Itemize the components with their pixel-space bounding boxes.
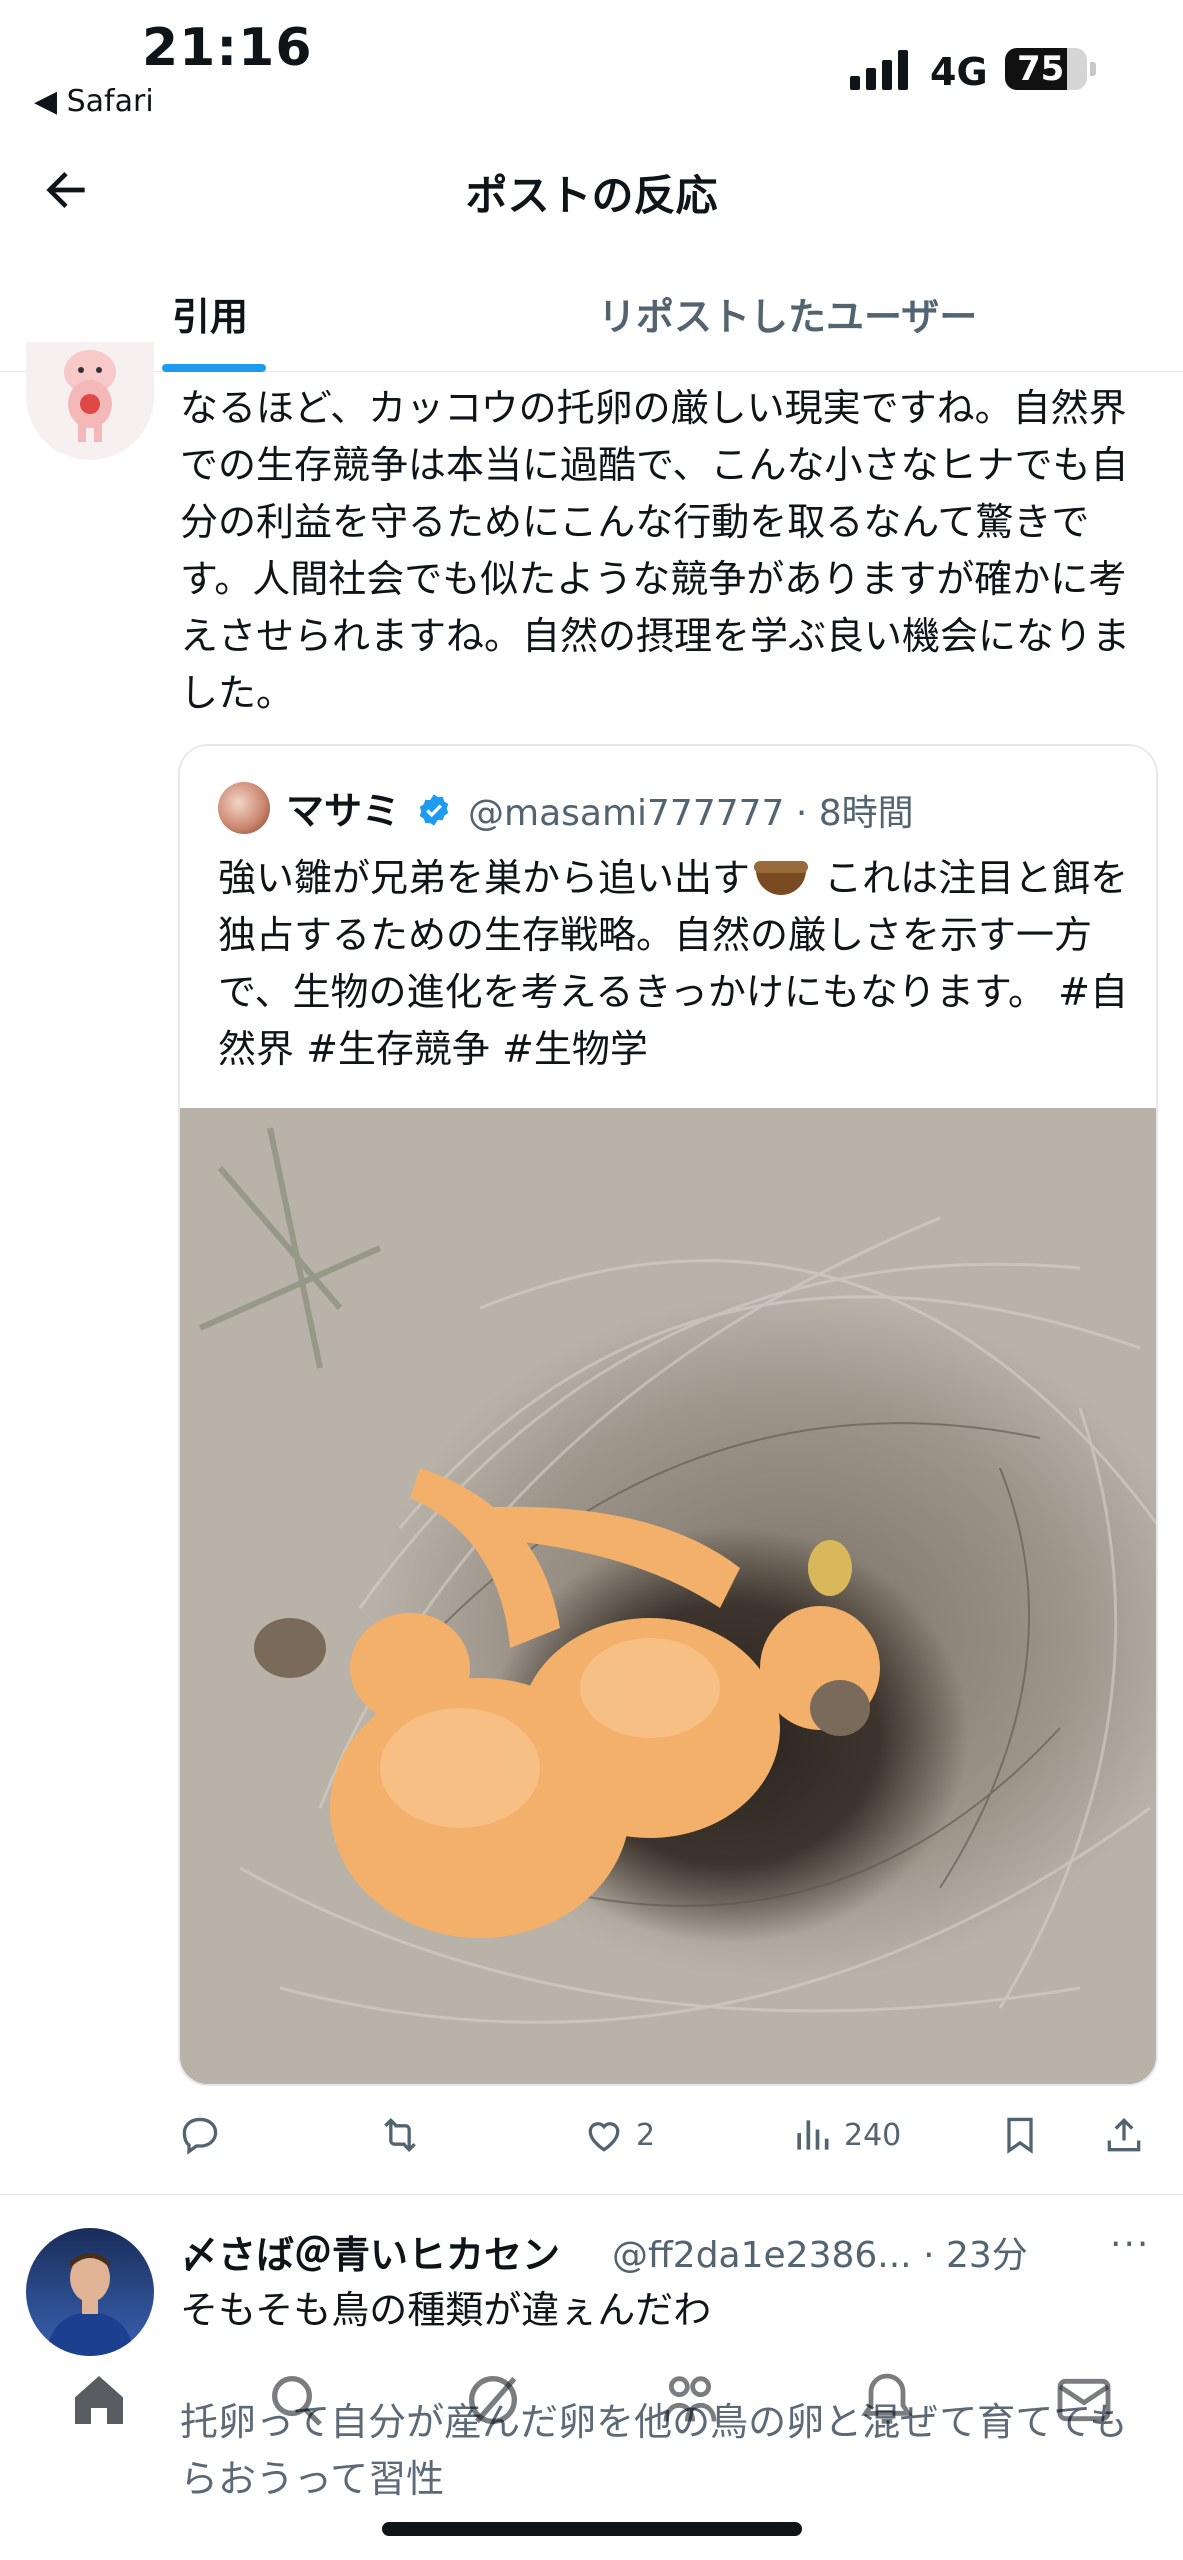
battery-percent: 75: [1017, 49, 1065, 89]
tab-bar: 引用 リポストしたユーザー: [0, 270, 1183, 372]
active-tab-indicator: [162, 364, 266, 372]
reply-handle-time: @ff2da1e2386... · 23分: [612, 2235, 1028, 2276]
nest-image: [198, 1127, 1156, 2024]
video-thumbnail[interactable]: [180, 1108, 1156, 2084]
quoted-handle-time: @masami777777 · 8時間: [468, 793, 914, 834]
messages-icon[interactable]: [1052, 2368, 1116, 2432]
notifications-icon[interactable]: [855, 2368, 919, 2432]
page-title: ポストの反応: [465, 171, 718, 220]
network-type: 4G: [930, 50, 988, 94]
bookmark-button[interactable]: [998, 2110, 1042, 2160]
status-time: 21:16: [142, 18, 313, 78]
views-count: 240: [844, 2117, 902, 2153]
bottom-navigation: [0, 2340, 1183, 2460]
views-icon: [797, 2120, 829, 2150]
status-bar: 21:16 ◀ Safari 4G 75: [0, 0, 1183, 130]
share-button[interactable]: [1102, 2110, 1146, 2160]
divider: [0, 2194, 1183, 2195]
home-icon[interactable]: [67, 2368, 131, 2432]
grok-icon[interactable]: [461, 2368, 525, 2432]
more-options-button[interactable]: ···: [1110, 2224, 1150, 2265]
communities-icon[interactable]: [658, 2368, 722, 2432]
views-button[interactable]: 240: [790, 2110, 901, 2160]
reply-text-line1: そもそも鳥の種類が違ぇんだわ: [180, 2288, 712, 2332]
reply-author-name[interactable]: 〆さば＠青いヒカセン: [180, 2224, 560, 2279]
reply-button[interactable]: [178, 2110, 222, 2160]
reply-icon: [182, 2117, 218, 2155]
like-button[interactable]: 2: [582, 2110, 655, 2160]
action-bar: 2 240: [178, 2110, 1158, 2160]
quoted-name[interactable]: マサミ: [286, 780, 400, 835]
tab-quotes[interactable]: 引用: [172, 286, 248, 341]
reply-text: なるほど、カッコウの托卵の厳しい現実ですね。自然界での生存競争は本当に過酷で、こ…: [180, 386, 1131, 715]
quoted-text-part1: 強い雛が兄弟を巣から追い出す: [218, 856, 751, 900]
like-icon: [588, 2122, 620, 2152]
signal-icon: [850, 50, 912, 90]
avatar[interactable]: [26, 2228, 154, 2356]
like-count: 2: [636, 2117, 656, 2153]
tab-reposts[interactable]: リポストしたユーザー: [598, 286, 977, 341]
quoted-post[interactable]: マサミ @masami777777 · 8時間 強い雛が兄弟を巣から追い出す こ…: [178, 744, 1158, 2086]
repost-icon: [384, 2117, 416, 2153]
bookmark-icon: [1007, 2117, 1033, 2154]
home-indicator[interactable]: [382, 2522, 802, 2536]
nest-emoji-icon: [754, 860, 809, 895]
verified-icon: [419, 794, 449, 826]
quoted-text: 強い雛が兄弟を巣から追い出す これは注目と餌を独占するための生存戦略。自然の厳し…: [218, 850, 1138, 1078]
avatar[interactable]: [26, 342, 154, 460]
repost-button[interactable]: [378, 2110, 422, 2160]
back-to-safari-link[interactable]: ◀ Safari: [34, 84, 154, 119]
quoted-avatar[interactable]: [218, 782, 270, 834]
top-header: ポストの反応: [0, 140, 1183, 240]
battery-tip: [1090, 62, 1096, 76]
battery-icon: 75: [1005, 48, 1087, 90]
share-icon: [1107, 2117, 1141, 2152]
search-icon[interactable]: [264, 2368, 328, 2432]
